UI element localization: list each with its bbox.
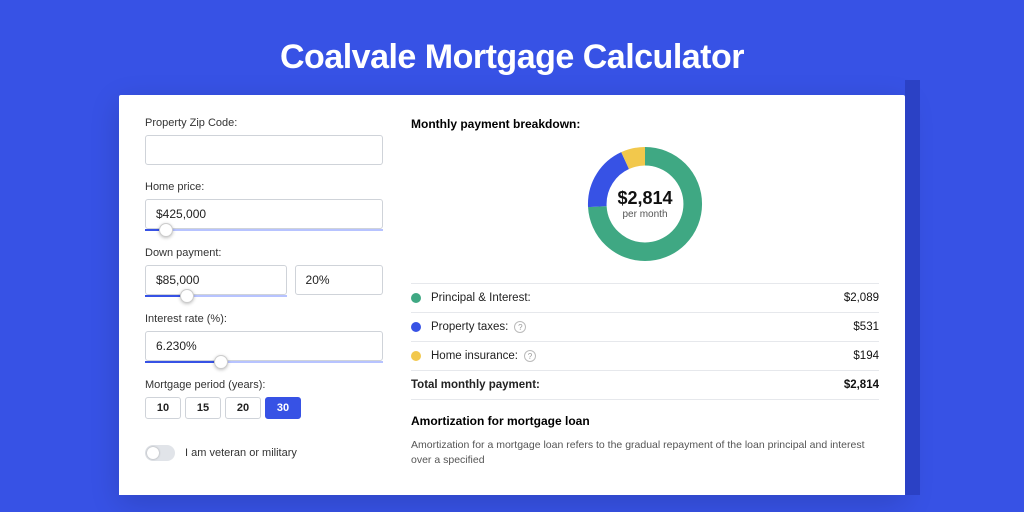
hero: Coalvale Mortgage Calculator: [0, 0, 1024, 95]
legend: Principal & Interest: $2,089 Property taxe…: [411, 283, 879, 400]
rate-label: Interest rate (%):: [145, 313, 383, 325]
panel-shadow: [905, 80, 920, 495]
info-icon[interactable]: ?: [524, 350, 536, 362]
donut-center-sub: per month: [622, 209, 667, 220]
period-label: Mortgage period (years):: [145, 379, 383, 391]
zip-input[interactable]: [145, 135, 383, 165]
info-icon[interactable]: ?: [514, 321, 526, 333]
veteran-label: I am veteran or military: [185, 447, 297, 459]
breakdown-title: Monthly payment breakdown:: [411, 117, 879, 131]
zip-group: Property Zip Code:: [145, 117, 383, 165]
page-title: Coalvale Mortgage Calculator: [0, 38, 1024, 77]
rate-group: Interest rate (%):: [145, 313, 383, 363]
legend-value: $194: [853, 350, 879, 362]
period-option-15[interactable]: 15: [185, 397, 221, 419]
rate-input[interactable]: [145, 331, 383, 361]
legend-row: Property taxes:? $531: [411, 313, 879, 342]
zip-label: Property Zip Code:: [145, 117, 383, 129]
period-options: 10152030: [145, 397, 383, 419]
period-option-10[interactable]: 10: [145, 397, 181, 419]
rate-slider[interactable]: [145, 359, 383, 363]
legend-row: Home insurance:? $194: [411, 342, 879, 371]
price-input[interactable]: [145, 199, 383, 229]
legend-name: Home insurance:: [431, 350, 518, 362]
amortization-section: Amortization for mortgage loan Amortizat…: [411, 414, 879, 467]
down-label: Down payment:: [145, 247, 383, 259]
price-group: Home price:: [145, 181, 383, 231]
down-group: Down payment:: [145, 247, 383, 297]
amortization-body: Amortization for a mortgage loan refers …: [411, 438, 879, 467]
legend-dot: [411, 351, 421, 361]
legend-value: $531: [853, 321, 879, 333]
price-slider[interactable]: [145, 227, 383, 231]
down-amount-input[interactable]: [145, 265, 287, 295]
donut-chart: $2,814 per month: [411, 141, 879, 267]
period-option-30[interactable]: 30: [265, 397, 301, 419]
amortization-title: Amortization for mortgage loan: [411, 414, 879, 428]
period-group: Mortgage period (years): 10152030: [145, 379, 383, 419]
form-column: Property Zip Code: Home price: Down paym…: [145, 117, 383, 495]
legend-name: Principal & Interest:: [431, 292, 531, 304]
legend-name: Property taxes:: [431, 321, 508, 333]
breakdown-column: Monthly payment breakdown: $2,814 per mo…: [411, 117, 879, 495]
legend-row: Principal & Interest: $2,089: [411, 284, 879, 313]
down-slider[interactable]: [145, 293, 287, 297]
legend-value: $2,089: [844, 292, 879, 304]
legend-total-row: Total monthly payment: $2,814: [411, 371, 879, 400]
legend-total-value: $2,814: [844, 379, 879, 391]
donut-center-value: $2,814: [617, 188, 672, 209]
legend-dot: [411, 293, 421, 303]
legend-dot: [411, 322, 421, 332]
down-percent-input[interactable]: [295, 265, 383, 295]
calculator-panel: Property Zip Code: Home price: Down paym…: [119, 95, 905, 495]
legend-total-name: Total monthly payment:: [411, 379, 540, 391]
veteran-toggle-row: I am veteran or military: [145, 445, 383, 461]
veteran-toggle[interactable]: [145, 445, 175, 461]
price-label: Home price:: [145, 181, 383, 193]
period-option-20[interactable]: 20: [225, 397, 261, 419]
